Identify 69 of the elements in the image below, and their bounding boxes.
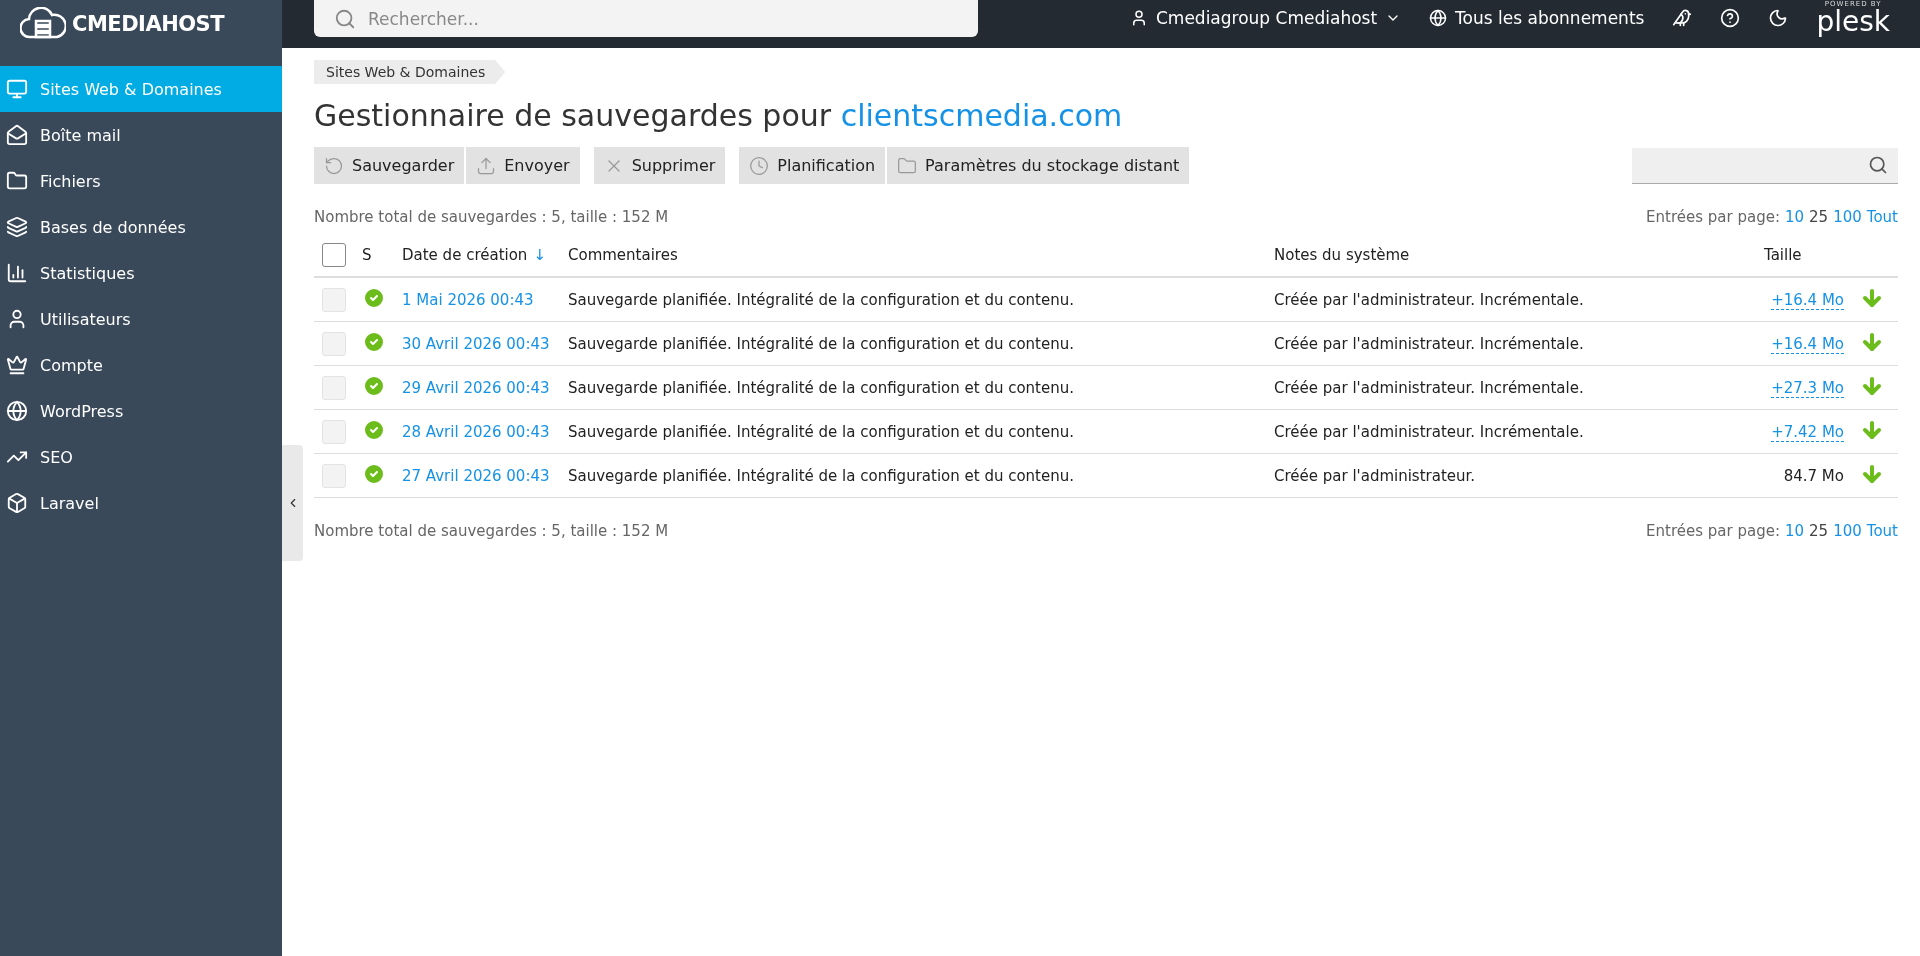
sidebar-item[interactable]: Compte: [0, 342, 282, 388]
folder-icon: [897, 155, 918, 176]
row-checkbox[interactable]: [322, 375, 346, 400]
sidebar-item[interactable]: WordPress: [0, 388, 282, 434]
cube-icon: [6, 492, 28, 514]
search-input[interactable]: Rechercher...: [366, 7, 978, 30]
envelope-icon: [6, 124, 28, 146]
search-icon: [334, 7, 356, 30]
per-page-label: Entrées par page:: [1646, 522, 1780, 540]
select-all-checkbox[interactable]: [322, 243, 346, 267]
page-title: Gestionnaire de sauvegardes pour clientscmedia.com: [314, 98, 1124, 133]
row-checkbox[interactable]: [322, 287, 346, 312]
sidebar-item[interactable]: Statistiques: [0, 250, 282, 296]
table-cell: Créée par l'administrateur. Incrémentale.: [1266, 409, 1756, 454]
collapse-handle[interactable]: [282, 445, 303, 561]
subscriptions-link[interactable]: Tous les abonnements: [1429, 8, 1645, 28]
search-icon: [1868, 155, 1888, 175]
table-cell: Créée par l'administrateur. Incrémentale.: [1266, 365, 1756, 410]
upload-icon: [476, 155, 497, 176]
table-cell: Sauvegarde planifiée. Intégralité de la configuration et du contenu.: [560, 365, 1266, 410]
table-cell: Créée par l'administrateur. Incrémentale.: [1266, 321, 1756, 366]
column-header: Commentaires: [560, 234, 1266, 277]
monitor-icon: [6, 78, 28, 100]
table-cell: Créée par l'administrateur.: [1266, 453, 1756, 498]
toolbar-button[interactable]: Sauvegarder: [314, 147, 465, 184]
layers-icon: [6, 216, 28, 238]
sidebar-item[interactable]: SEO: [0, 434, 282, 480]
toolbar-button[interactable]: Supprimer: [593, 147, 726, 184]
table-cell: Créée par l'administrateur. Incrémentale.: [1266, 277, 1756, 322]
sidebar-item[interactable]: Boîte mail: [0, 112, 282, 158]
breadcrumb-link[interactable]: Sites Web & Domaines: [314, 60, 506, 84]
clock-icon: [749, 155, 770, 176]
globe-icon: [6, 400, 28, 422]
row-checkbox[interactable]: [322, 331, 346, 356]
column-header: Notes du système: [1266, 234, 1756, 277]
row-checkbox[interactable]: [322, 419, 346, 444]
sidebar-item[interactable]: Utilisateurs: [0, 296, 282, 342]
restore-icon: [324, 155, 344, 176]
globe-icon: [1429, 9, 1448, 27]
size-value: 84.7 Mo: [1783, 466, 1844, 485]
row-checkbox[interactable]: [322, 463, 346, 488]
per-page-option[interactable]: 25: [1809, 208, 1829, 226]
column-header: S: [354, 234, 394, 277]
column-header: Taille: [1756, 234, 1852, 277]
backup-summary: Nombre total de sauvegardes : 5, taille : 152 M: [314, 208, 669, 226]
toolbar-button[interactable]: Envoyer: [466, 147, 580, 184]
filter-field[interactable]: [1632, 147, 1898, 184]
crown-icon: [6, 354, 28, 376]
cloud-server-logo-icon: [20, 7, 66, 41]
moon-icon[interactable]: [1768, 8, 1789, 28]
table-cell: Sauvegarde planifiée. Intégralité de la configuration et du contenu.: [560, 321, 1266, 366]
per-page-option[interactable]: 25: [1809, 522, 1829, 540]
user-menu[interactable]: Cmediagroup Cmediahost: [1129, 8, 1402, 28]
backup-summary: Nombre total de sauvegardes : 5, taille : 152 M: [314, 522, 669, 540]
column-header[interactable]: Date de création ↓: [394, 234, 560, 277]
sidebar-item[interactable]: Fichiers: [0, 158, 282, 204]
table-cell: Sauvegarde planifiée. Intégralité de la configuration et du contenu.: [560, 453, 1266, 498]
folder-icon: [6, 170, 28, 192]
sidebar-item[interactable]: Bases de données: [0, 204, 282, 250]
toolbar-button[interactable]: Planification: [739, 147, 886, 184]
toolbar-button[interactable]: Paramètres du stockage distant: [887, 147, 1190, 184]
brand-name: CMEDIAHOST: [72, 12, 225, 36]
per-page-label: Entrées par page:: [1646, 208, 1780, 226]
help-icon[interactable]: [1720, 8, 1741, 28]
sidebar-item[interactable]: Laravel: [0, 480, 282, 526]
table-cell: Sauvegarde planifiée. Intégralité de la configuration et du contenu.: [560, 409, 1266, 454]
bar-chart-icon: [6, 262, 28, 284]
search-bar[interactable]: Rechercher...: [314, 0, 978, 37]
table-cell: Sauvegarde planifiée. Intégralité de la configuration et du contenu.: [560, 277, 1266, 322]
